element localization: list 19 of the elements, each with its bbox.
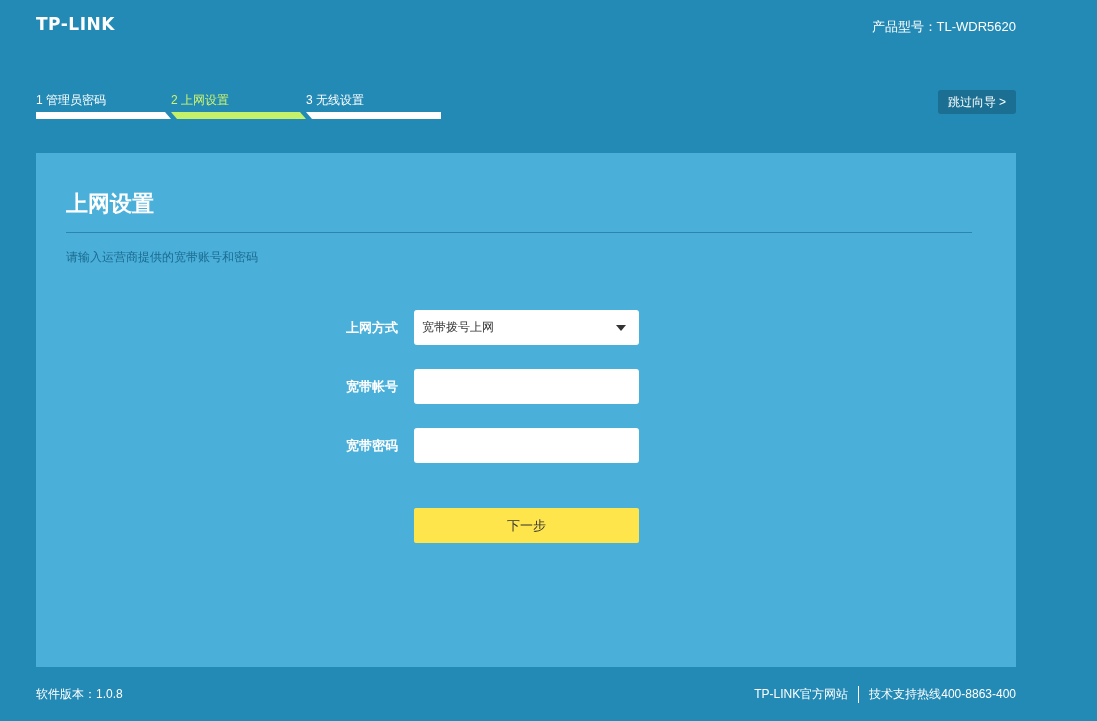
input-field[interactable] [414,428,639,463]
footer-link[interactable]: TP-LINK官方网站 [754,685,849,703]
field-label: 宽带密码 [345,436,399,455]
dropdown-field[interactable]: 宽带拨号上网 [414,310,639,345]
step-tab[interactable]: 1 管理员密码 [36,92,171,112]
version-text: 软件版本：1.0.8 [36,685,123,703]
field-label: 上网方式 [345,318,399,337]
field-label: 宽带帐号 [345,377,399,396]
footer-link[interactable]: 技术支持热线400-8863-400 [858,685,1016,703]
hint-text: 请输入运营商提供的宽带账号和密码 [66,249,259,266]
input-field[interactable] [414,369,639,404]
next-button[interactable]: 下一步 [414,508,639,543]
model-text: 产品型号：TL-WDR5620 [871,18,1016,36]
skip-wizard-button[interactable]: 跳过向导 > [937,90,1016,114]
step-tab[interactable]: 3 无线设置 [306,92,441,112]
caret-icon [616,324,626,331]
step-tab[interactable]: 2 上网设置 [171,92,306,112]
panel-title: 上网设置 [66,189,972,233]
brand-logo: TP-LINK [36,14,115,34]
